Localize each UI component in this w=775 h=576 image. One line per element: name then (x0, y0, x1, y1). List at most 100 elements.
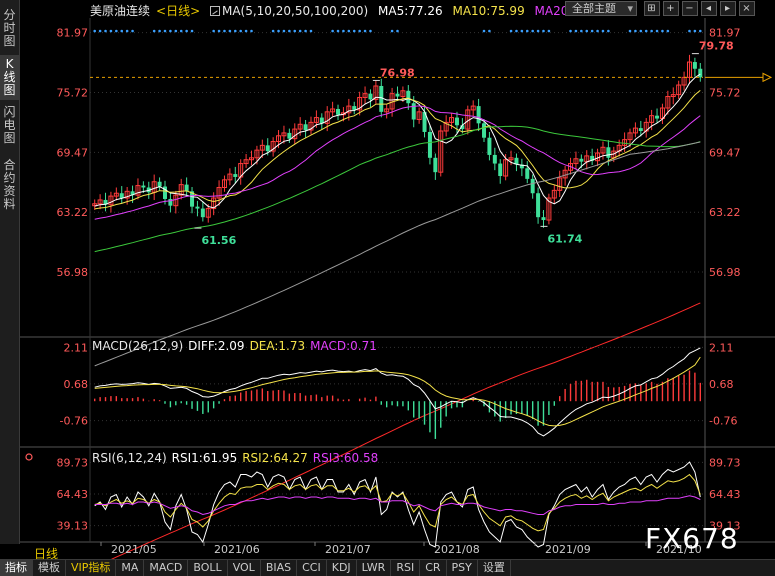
signal-dot (639, 29, 643, 33)
candle-body (638, 128, 643, 131)
ma20-line (94, 105, 701, 220)
macd-header-part: DIFF:2.09 (188, 339, 244, 353)
macd-y-tick-right: 2.11 (709, 341, 734, 354)
signal-dot (531, 29, 534, 33)
tab-11[interactable]: RSI (391, 560, 421, 576)
signal-dot (158, 29, 161, 33)
signal-dot (131, 29, 134, 33)
signal-dot (369, 29, 372, 33)
signal-dot (125, 29, 129, 33)
tab-13[interactable]: PSY (447, 560, 478, 576)
watermark-text: FX678 (645, 522, 739, 555)
candle-body (184, 184, 189, 192)
rsi-y-tick-right: 89.73 (709, 456, 741, 469)
tab-4[interactable]: MACD (144, 560, 189, 576)
signal-dot (596, 29, 599, 33)
signal-dot (698, 29, 702, 33)
tab-6[interactable]: VOL (228, 560, 261, 576)
signal-dot (547, 29, 551, 33)
tab-8[interactable]: CCI (297, 560, 327, 576)
annotation-low-1: 61.56 (201, 234, 236, 247)
y-tick-right: 81.97 (709, 27, 741, 40)
signal-dot (179, 29, 183, 33)
candle-body (352, 106, 357, 110)
y-tick-left: 69.47 (57, 146, 89, 159)
tab-9[interactable]: KDJ (327, 560, 357, 576)
signal-dot (655, 29, 659, 33)
signal-dot (525, 29, 529, 33)
candle-body (233, 174, 238, 177)
indicator-tabs: 指标 模板 VIP指标 MA MACD BOLL VOL BIAS CCI KDJ LWR RSI CR… (0, 559, 775, 576)
signal-dot (239, 29, 242, 33)
tab-14[interactable]: 设置 (478, 560, 511, 576)
signal-dot (228, 29, 232, 33)
ma200-line (94, 302, 701, 568)
candle-body (487, 137, 492, 155)
tab-3[interactable]: MA (116, 560, 145, 576)
candle-body (692, 62, 697, 69)
candle-body (406, 90, 411, 104)
rsi-y-tick-left: 64.43 (57, 488, 89, 501)
signal-dot (580, 29, 583, 33)
candle-body (287, 132, 292, 139)
candle-body (606, 147, 611, 158)
tab-12[interactable]: CR (420, 560, 447, 576)
tab-2[interactable]: VIP指标 (66, 560, 117, 576)
signal-dot (644, 29, 648, 33)
candle-body (368, 93, 373, 100)
y-tick-right: 56.98 (709, 266, 741, 279)
signal-dot (352, 29, 356, 33)
macd-header-part: MACD(26,12,9) (92, 339, 183, 353)
candle-body (536, 193, 541, 218)
tab-0[interactable]: 指标 (0, 560, 33, 576)
y-tick-right: 75.72 (709, 86, 741, 99)
rsi-y-tick-right: 64.43 (709, 488, 741, 501)
signal-dot (282, 29, 286, 33)
signal-dot (109, 29, 113, 33)
macd-diff-line (94, 347, 701, 437)
last-price-arrow (762, 72, 773, 83)
y-tick-left: 63.22 (57, 206, 89, 219)
rsi-line-2 (94, 473, 701, 532)
signal-dot (336, 29, 340, 33)
tab-1[interactable]: 模板 (33, 560, 66, 576)
signal-dot (115, 29, 118, 33)
signal-dot (288, 29, 291, 33)
signal-dot (304, 29, 307, 33)
candle-body (265, 145, 270, 152)
signal-dot (298, 29, 302, 33)
signal-dot (358, 29, 361, 33)
macd-header: MACD(26,12,9) DIFF:2.09 DEA:1.73 MACD:0.71 (92, 339, 377, 353)
annotation-high-2: 79.78 (699, 40, 734, 53)
annotation-high-1: 76.98 (380, 66, 415, 79)
candle-body (336, 108, 341, 115)
signal-dot (217, 29, 221, 33)
candle-body (530, 178, 535, 194)
signal-dot (482, 29, 486, 33)
y-tick-left: 81.97 (57, 27, 89, 40)
ma100-line (94, 141, 701, 367)
macd-header-part: MACD:0.71 (310, 339, 377, 353)
signal-dot (515, 29, 518, 33)
x-tick-label: 2021/07 (325, 543, 371, 556)
macd-dea-line (94, 356, 701, 427)
tab-10[interactable]: LWR (357, 560, 392, 576)
chart-svg[interactable]: 81.97 81.97 75.72 75.72 69.47 69.47 63.22 63.22… (0, 0, 775, 576)
signal-dot (190, 29, 194, 33)
rsi-y-tick-left: 39.13 (57, 520, 89, 533)
candle-body (411, 103, 416, 120)
candle-body (119, 193, 124, 199)
signal-dot (509, 29, 513, 33)
tab-7[interactable]: BIAS (261, 560, 298, 576)
signal-dot (347, 29, 351, 33)
signal-dot (293, 29, 297, 33)
rsi-header-part: RSI(6,12,24) (92, 451, 167, 465)
tab-5[interactable]: BOLL (188, 560, 228, 576)
rsi-settings-icon (25, 453, 33, 461)
signal-dot (104, 29, 107, 33)
signal-dot (693, 29, 697, 33)
signal-dot (174, 29, 178, 33)
rsi-header: RSI(6,12,24) RSI1:61.95 RSI2:64.27 RSI3:60.… (92, 451, 378, 465)
candle-body (141, 185, 146, 188)
candle-body (492, 154, 497, 164)
